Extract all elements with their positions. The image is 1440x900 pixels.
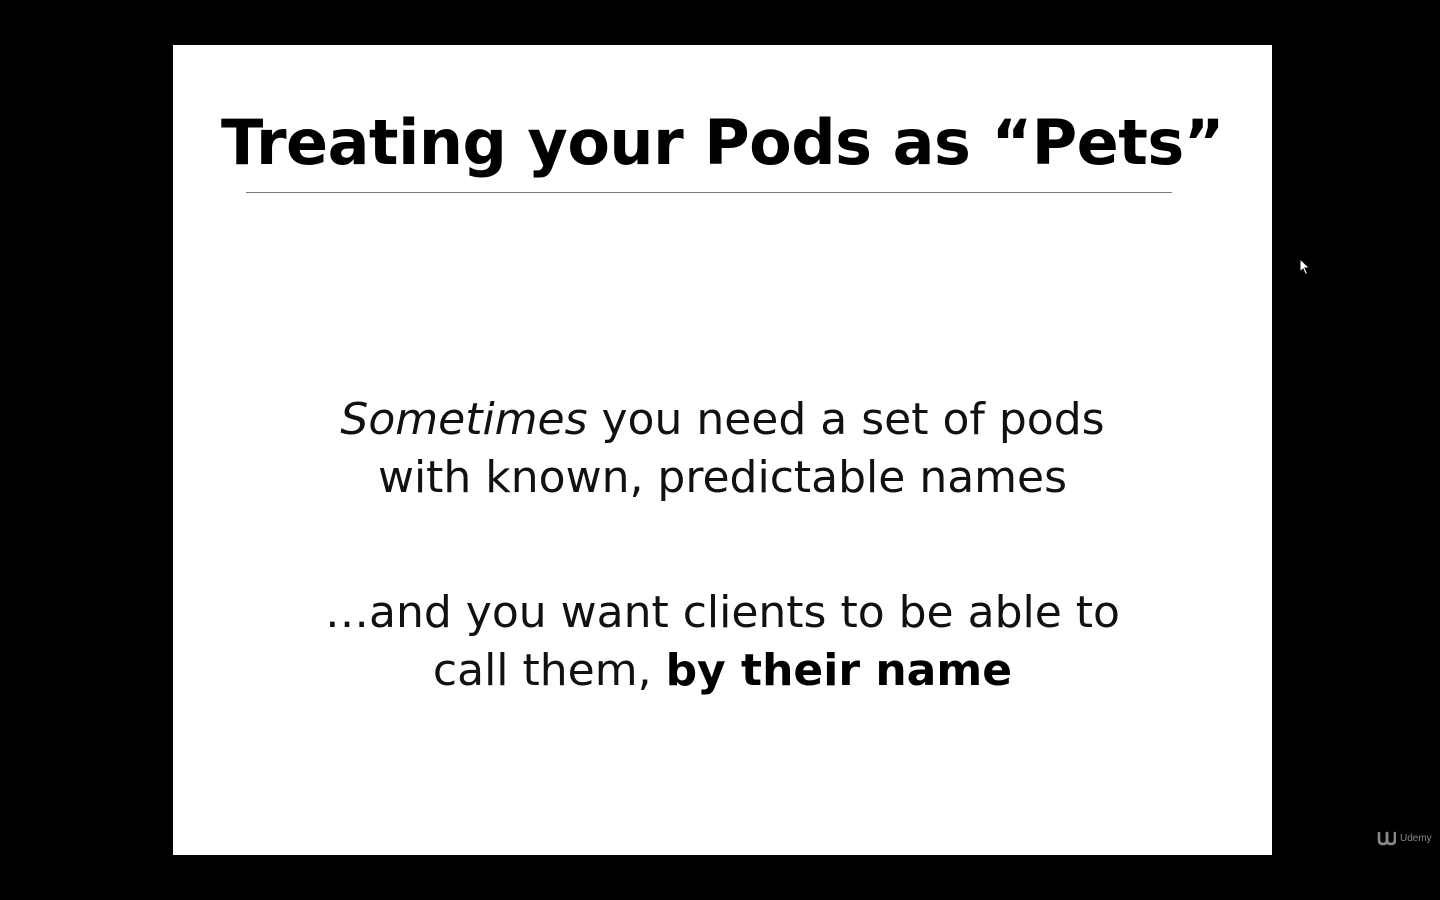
paragraph-2-line-2-text: call them, bbox=[432, 645, 666, 696]
udemy-logo-icon bbox=[1376, 830, 1396, 846]
slide-paragraph-2: …and you want clients to be able to call… bbox=[173, 584, 1272, 700]
slide-title: Treating your Pods as “Pets” bbox=[220, 106, 1225, 179]
paragraph-1-line-1: Sometimes you need a set of pods bbox=[173, 391, 1272, 449]
slide-paragraph-1: Sometimes you need a set of pods with kn… bbox=[173, 391, 1272, 507]
watermark-text: Udemy bbox=[1400, 832, 1432, 844]
paragraph-1-line-2: with known, predictable names bbox=[377, 452, 1068, 503]
video-frame: Treating your Pods as “Pets” Sometimes y… bbox=[0, 0, 1440, 900]
udemy-watermark: Udemy bbox=[1376, 829, 1432, 847]
paragraph-2-line-2: call them, by their name bbox=[173, 642, 1272, 700]
paragraph-2-line-1: …and you want clients to be able to bbox=[325, 587, 1120, 638]
title-underline-divider bbox=[246, 192, 1172, 193]
presentation-slide: Treating your Pods as “Pets” Sometimes y… bbox=[173, 45, 1272, 855]
mouse-pointer-icon bbox=[1299, 257, 1311, 276]
bold-text: by their name bbox=[665, 645, 1013, 696]
paragraph-1-line-1-text: you need a set of pods bbox=[587, 394, 1105, 445]
emphasis-text: Sometimes bbox=[340, 394, 588, 445]
